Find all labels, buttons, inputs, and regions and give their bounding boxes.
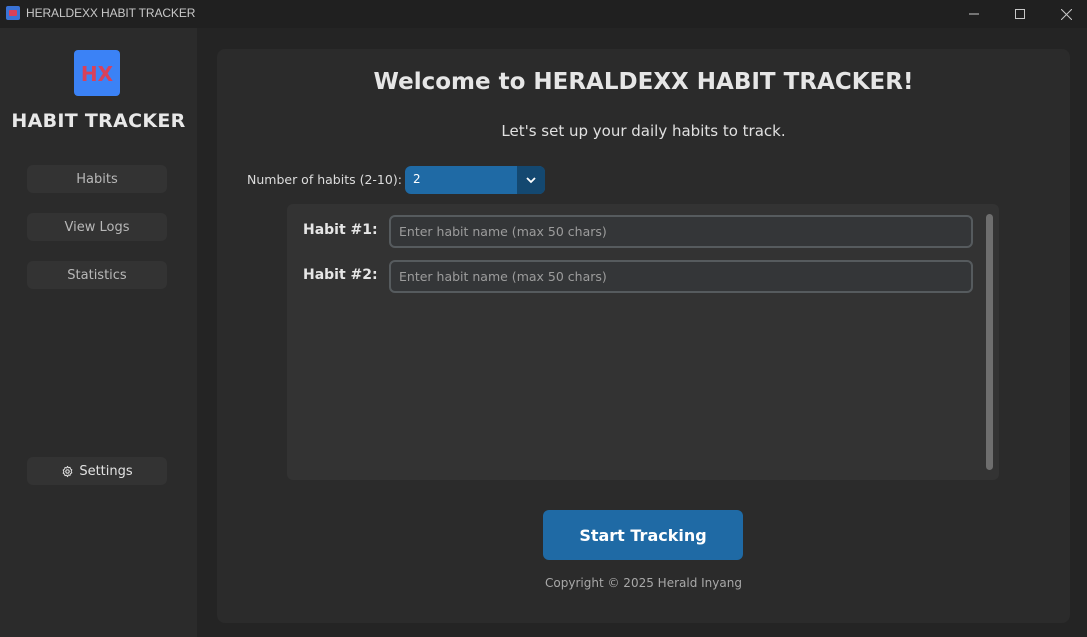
num-habits-select[interactable]: 2 bbox=[405, 166, 545, 194]
close-icon bbox=[1060, 8, 1072, 20]
brand-title: HABIT TRACKER bbox=[11, 110, 186, 132]
maximize-button[interactable] bbox=[997, 0, 1043, 28]
title-bar: HERALDEXX HABIT TRACKER bbox=[0, 0, 1087, 28]
svg-text:HX: HX bbox=[81, 62, 114, 86]
gear-icon bbox=[61, 465, 74, 478]
page-subtitle: Let's set up your daily habits to track. bbox=[501, 122, 786, 140]
settings-button[interactable]: Settings bbox=[27, 457, 167, 485]
copyright-text: Copyright © 2025 Herald Inyang bbox=[545, 576, 742, 590]
habit-2-label: Habit #2: bbox=[303, 267, 378, 283]
scrollbar[interactable] bbox=[986, 214, 993, 470]
main-panel: Welcome to HERALDEXX HABIT TRACKER! Let'… bbox=[217, 49, 1070, 623]
num-habits-value: 2 bbox=[413, 172, 421, 186]
dropdown-toggle[interactable] bbox=[517, 166, 545, 194]
habit-1-label: Habit #1: bbox=[303, 222, 378, 238]
close-button[interactable] bbox=[1043, 0, 1087, 28]
start-tracking-button[interactable]: Start Tracking bbox=[543, 510, 743, 560]
window-title: HERALDEXX HABIT TRACKER bbox=[26, 6, 196, 20]
sidebar-item-habits[interactable]: Habits bbox=[27, 165, 167, 193]
sidebar: HX HABIT TRACKER Habits View Logs Statis… bbox=[0, 28, 197, 637]
sidebar-item-view-logs[interactable]: View Logs bbox=[27, 213, 167, 241]
habit-2-input[interactable] bbox=[389, 260, 973, 293]
app-logo-icon bbox=[6, 6, 20, 20]
page-title: Welcome to HERALDEXX HABIT TRACKER! bbox=[373, 69, 914, 95]
minimize-icon bbox=[969, 13, 979, 15]
sidebar-item-statistics[interactable]: Statistics bbox=[27, 261, 167, 289]
num-habits-label: Number of habits (2-10): bbox=[247, 172, 402, 187]
minimize-button[interactable] bbox=[951, 0, 997, 28]
habit-1-input[interactable] bbox=[389, 215, 973, 248]
settings-label: Settings bbox=[79, 463, 133, 479]
brand-logo-icon: HX bbox=[74, 50, 120, 96]
habits-scroll-panel: Habit #1: Habit #2: bbox=[287, 204, 999, 480]
maximize-icon bbox=[1015, 9, 1025, 19]
chevron-down-icon bbox=[526, 176, 536, 183]
